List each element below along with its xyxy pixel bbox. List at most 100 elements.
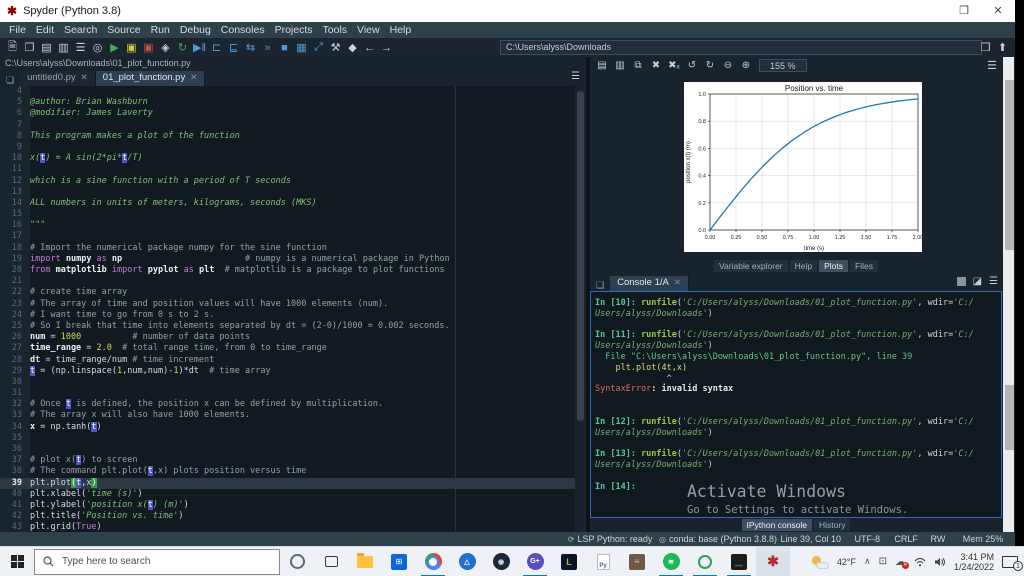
tab-variable-explorer[interactable]: Variable explorer bbox=[714, 260, 788, 272]
browse-tabs-icon[interactable]: ❏ bbox=[0, 75, 20, 86]
game-character-button[interactable]: ⍨ bbox=[620, 547, 654, 576]
code-line[interactable]: 4 bbox=[0, 86, 586, 98]
speaker-icon[interactable] bbox=[934, 557, 946, 567]
code-line[interactable]: 11 bbox=[0, 164, 586, 176]
code-line[interactable]: 33 # The array x will also have 1000 elem… bbox=[0, 410, 586, 422]
wifi-icon[interactable] bbox=[914, 557, 926, 567]
code-line[interactable]: 13 bbox=[0, 186, 586, 198]
code-line[interactable]: 18 # Import the numerical package numpy f… bbox=[0, 242, 586, 254]
editor-options-icon[interactable]: ☰ bbox=[571, 71, 580, 82]
taskbar-search-input[interactable]: Type here to search bbox=[34, 548, 280, 575]
chrome-button[interactable] bbox=[416, 547, 450, 576]
code-line[interactable]: 37 # plot x(t) to screen bbox=[0, 455, 586, 467]
menu-consoles[interactable]: Consoles bbox=[216, 24, 270, 36]
code-line[interactable]: 38 # The command plt.plot(t,x) plots posi… bbox=[0, 466, 586, 478]
python-file-button[interactable]: Py bbox=[586, 547, 620, 576]
toolbar-icon-4[interactable]: ☰ bbox=[72, 41, 89, 54]
steam-button[interactable]: ◉ bbox=[484, 547, 518, 576]
menu-run[interactable]: Run bbox=[146, 24, 175, 36]
code-line[interactable]: 28 dt = time_range/num # time increment bbox=[0, 354, 586, 366]
terminal-window-button[interactable]: ▁ bbox=[722, 547, 756, 576]
toolbar-icon-8[interactable]: ▣ bbox=[140, 41, 157, 54]
menu-help[interactable]: Help bbox=[385, 24, 417, 36]
working-directory-input[interactable]: C:\Users\alyss\Downloads bbox=[500, 40, 982, 55]
start-button[interactable] bbox=[0, 547, 34, 576]
code-line[interactable]: 12 which is a sine function with a period… bbox=[0, 175, 586, 187]
code-line[interactable]: 26 num = 1000 # number of data points bbox=[0, 332, 586, 344]
ipython-console[interactable]: In [10]: runfile('C:/Users/alyss/Downloa… bbox=[590, 291, 1002, 518]
plots-scrollbar[interactable] bbox=[1003, 57, 1014, 273]
plots-toolbar-icon-7[interactable]: ⊖ bbox=[719, 60, 737, 71]
tab-files[interactable]: Files bbox=[850, 260, 878, 272]
toolbar-icon-9[interactable]: ◈ bbox=[157, 41, 174, 54]
weather-icon[interactable] bbox=[811, 555, 829, 569]
tray-clock[interactable]: 3:41 PM 1/24/2022 bbox=[954, 552, 994, 572]
close-button[interactable]: ✕ bbox=[981, 0, 1015, 22]
league-of-legends-button[interactable]: L bbox=[552, 547, 586, 576]
code-line[interactable]: 14 ALL numbers in units of meters, kilogr… bbox=[0, 197, 586, 210]
tab-ipython-console[interactable]: IPython console bbox=[741, 519, 813, 531]
toolbar-icon-18[interactable]: ⤢ bbox=[310, 41, 327, 54]
interrupt-kernel-icon[interactable] bbox=[956, 277, 966, 286]
menu-projects[interactable]: Projects bbox=[270, 24, 318, 36]
close-tab-icon[interactable]: ✕ bbox=[81, 72, 88, 82]
plots-scrollbar-thumb[interactable] bbox=[1005, 80, 1014, 250]
tab-help[interactable]: Help bbox=[789, 260, 818, 272]
purple-app-button[interactable]: G+ bbox=[518, 547, 552, 576]
code-line[interactable]: 41 plt.ylabel('position x(t) (m)') bbox=[0, 499, 586, 512]
cortana-button[interactable] bbox=[280, 547, 314, 576]
code-line[interactable]: 43 plt.grid(True) bbox=[0, 522, 586, 532]
tab-plots[interactable]: Plots bbox=[819, 260, 849, 272]
parent-directory-icon[interactable]: ⬆ bbox=[994, 41, 1011, 54]
toolbar-icon-1[interactable]: ❒ bbox=[21, 41, 38, 54]
microsoft-store-button[interactable]: ⊞ bbox=[382, 547, 416, 576]
plot-zoom-level[interactable]: 155 % bbox=[759, 59, 807, 72]
onedrive-error-icon[interactable]: ☁ ✕ bbox=[895, 555, 909, 569]
menu-tools[interactable]: Tools bbox=[318, 24, 353, 36]
code-line[interactable]: 7 bbox=[0, 119, 586, 131]
code-line[interactable]: 31 bbox=[0, 388, 586, 400]
code-line[interactable]: 30 bbox=[0, 376, 586, 389]
toolbar-icon-11[interactable]: ▶‖ bbox=[191, 41, 208, 54]
menu-view[interactable]: View bbox=[352, 24, 385, 36]
plots-toolbar-icon-4[interactable]: ✖ₓ bbox=[665, 60, 683, 71]
code-line-current[interactable]: 39 plt.plot(t,x) bbox=[0, 477, 586, 489]
code-line[interactable]: 27 time_range = 2.0 # total range time, f… bbox=[0, 343, 586, 355]
toolbar-icon-3[interactable]: ▥ bbox=[55, 41, 72, 54]
plots-toolbar-icon-6[interactable]: ↻ bbox=[701, 60, 719, 71]
code-line[interactable]: 34 x = np.tanh(t) bbox=[0, 421, 586, 433]
console-scrollbar-thumb[interactable] bbox=[1005, 385, 1014, 450]
spotify-button[interactable]: ≋ bbox=[654, 547, 688, 576]
toolbar-icon-14[interactable]: ⇆ bbox=[242, 41, 259, 54]
code-line[interactable]: 6 @modifier: James Laverty bbox=[0, 108, 586, 120]
toolbar-icon-15[interactable]: » bbox=[259, 42, 276, 54]
plots-options-icon[interactable]: ☰ bbox=[987, 59, 997, 72]
close-tab-icon[interactable]: ✕ bbox=[190, 72, 197, 82]
code-line[interactable]: 24 # I want time to go from 0 s to 2 s. bbox=[0, 309, 586, 321]
console-scrollbar[interactable] bbox=[1003, 273, 1014, 532]
blue-circle-app-button[interactable]: △ bbox=[450, 547, 484, 576]
toolbar-icon-2[interactable]: ▤ bbox=[38, 41, 55, 54]
tray-window-icon[interactable]: ⊡ bbox=[879, 556, 887, 567]
green-ring-app-button[interactable] bbox=[688, 547, 722, 576]
tray-temperature[interactable]: 42°F bbox=[837, 557, 856, 567]
menu-debug[interactable]: Debug bbox=[175, 24, 216, 36]
toolbar-icon-13[interactable]: ⊑ bbox=[225, 41, 242, 54]
action-center-icon[interactable]: 1 bbox=[1002, 555, 1023, 571]
menu-search[interactable]: Search bbox=[59, 24, 102, 36]
menu-file[interactable]: File bbox=[4, 24, 31, 36]
code-line[interactable]: 5 @author: Brian Washburn bbox=[0, 97, 586, 109]
code-line[interactable]: 22 # create time array bbox=[0, 287, 586, 299]
code-line[interactable]: 36 bbox=[0, 444, 586, 456]
plots-toolbar-icon-1[interactable]: ▥ bbox=[611, 60, 629, 71]
task-view-button[interactable] bbox=[314, 547, 348, 576]
toolbar-icon-16[interactable]: ■ bbox=[276, 42, 293, 54]
toolbar-icon-7[interactable]: ▣ bbox=[123, 41, 140, 54]
plots-toolbar-icon-3[interactable]: ✖ bbox=[647, 60, 665, 71]
file-explorer-button[interactable] bbox=[348, 547, 382, 576]
toolbar-icon-20[interactable]: ◆ bbox=[344, 41, 361, 54]
plots-toolbar-icon-2[interactable]: ⧉ bbox=[629, 60, 647, 71]
toolbar-icon-12[interactable]: ⊏ bbox=[208, 41, 225, 54]
toolbar-icon-19[interactable]: ⚒ bbox=[327, 41, 344, 54]
menu-source[interactable]: Source bbox=[102, 24, 145, 36]
